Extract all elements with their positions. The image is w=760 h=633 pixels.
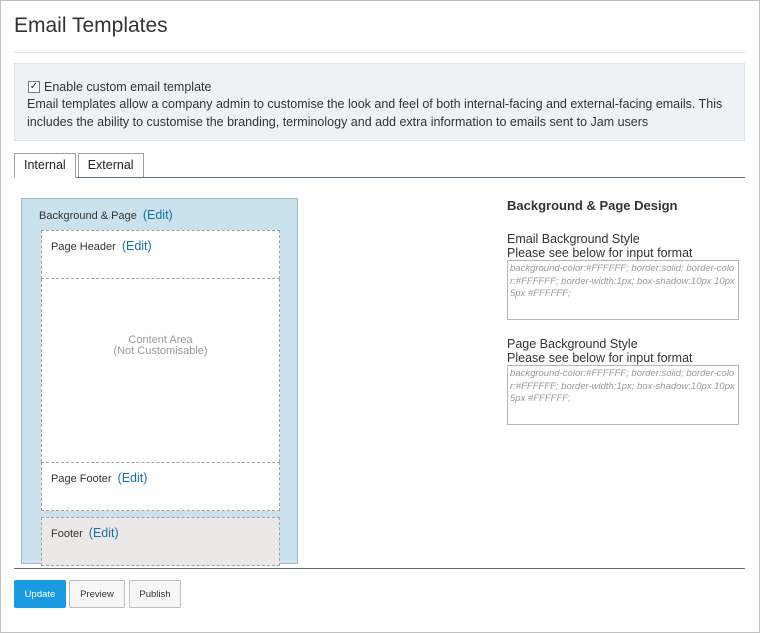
design-heading: Background & Page Design	[507, 198, 678, 213]
email-background-style-hint: Please see below for input format	[507, 246, 693, 260]
page-footer-section: Page Footer (Edit)	[41, 462, 280, 511]
page-title: Email Templates	[14, 14, 168, 37]
background-page-label: Background & Page	[39, 210, 137, 222]
enable-checkbox[interactable]: ✓	[28, 80, 40, 93]
tabs-divider	[14, 177, 745, 178]
content-area-note: (Not Customisable)	[113, 345, 208, 357]
tab-internal[interactable]: Internal	[14, 153, 76, 178]
enable-row[interactable]: ✓ Enable custom email template	[27, 78, 732, 95]
content-area-section: Content Area (Not Customisable)	[41, 279, 280, 462]
email-background-style-label: Email Background Style	[507, 232, 640, 246]
tab-bar: Internal External	[14, 153, 146, 178]
preview-button[interactable]: Preview	[69, 580, 125, 608]
info-panel: ✓ Enable custom email template Email tem…	[14, 63, 745, 141]
publish-button[interactable]: Publish	[129, 580, 181, 608]
design-panel: Background & Page Design Email Backgroun…	[507, 198, 745, 425]
page-background-style-input[interactable]: background-color:#FFFFFF; border:solid; …	[507, 365, 739, 425]
edit-background-page-link[interactable]: (Edit)	[143, 208, 173, 222]
edit-footer-link[interactable]: (Edit)	[89, 526, 119, 540]
page-background-style-hint: Please see below for input format	[507, 351, 693, 365]
footer-section: Footer (Edit)	[41, 517, 280, 566]
edit-page-header-link[interactable]: (Edit)	[122, 239, 152, 253]
email-background-style-input[interactable]: background-color:#FFFFFF; border:solid; …	[507, 260, 739, 320]
page-footer-label: Page Footer	[51, 473, 112, 485]
page-header-label: Page Header	[51, 241, 116, 253]
background-page-section: Background & Page (Edit)	[39, 206, 173, 224]
info-description: Email templates allow a company admin to…	[27, 97, 723, 129]
title-divider	[14, 52, 745, 53]
edit-page-footer-link[interactable]: (Edit)	[118, 471, 148, 485]
actions-divider	[14, 568, 745, 569]
enable-label[interactable]: Enable custom email template	[44, 78, 211, 96]
footer-label: Footer	[51, 528, 83, 540]
template-layout-preview: Background & Page (Edit) Page Header (Edit…	[21, 198, 298, 566]
page-header-section: Page Header (Edit)	[41, 230, 280, 279]
tab-external[interactable]: External	[77, 153, 144, 178]
page-background-style-label: Page Background Style	[507, 337, 638, 351]
update-button[interactable]: Update	[14, 580, 66, 608]
